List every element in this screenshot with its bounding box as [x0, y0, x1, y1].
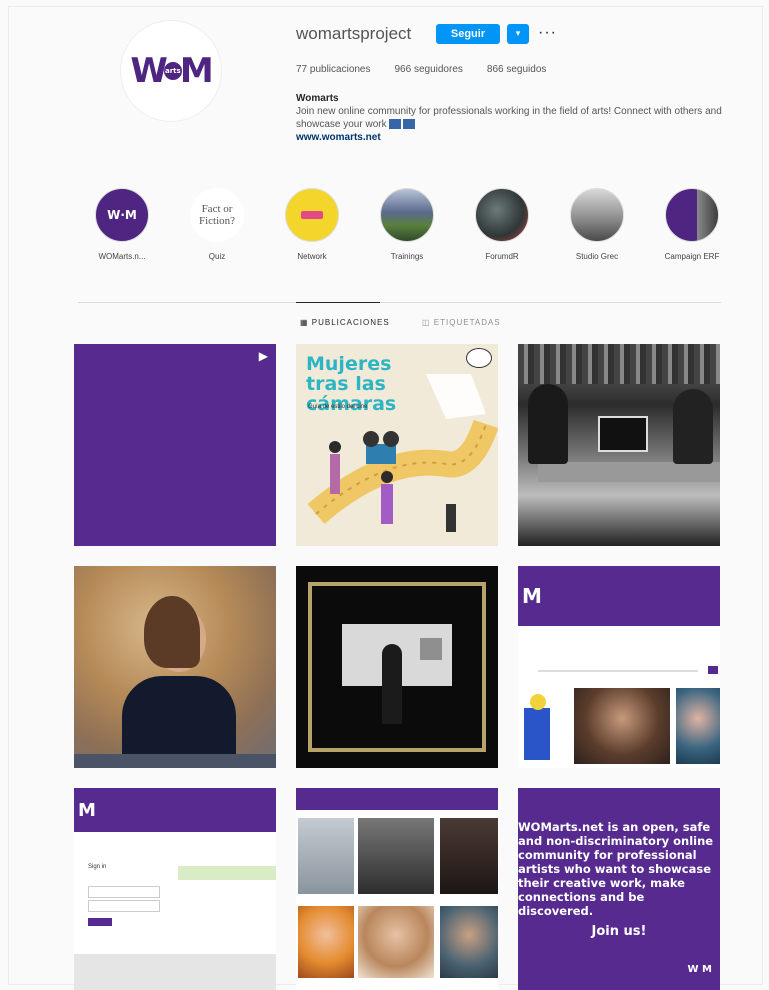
highlight-trainings[interactable]: Trainings — [377, 188, 437, 261]
flag-icon — [388, 119, 401, 130]
tabs-divider — [78, 302, 721, 303]
laptop — [598, 416, 648, 452]
suggested-accounts-button[interactable]: ▾ — [507, 24, 529, 44]
tab-tagged[interactable]: ◫ ETIQUETADAS — [422, 318, 501, 327]
person — [528, 384, 568, 464]
highlight-label: Trainings — [390, 252, 424, 261]
bookshelf — [518, 344, 720, 384]
active-tab-indicator — [296, 302, 380, 303]
table — [538, 462, 720, 482]
womarts-logo: Warts M — [130, 51, 213, 91]
womarts-logo: W·M — [107, 208, 137, 222]
highlight-cover: Fact or Fiction? — [190, 188, 244, 242]
tab-posts[interactable]: ▦ PUBLICACIONES — [300, 318, 390, 327]
person — [673, 389, 713, 464]
highlight-cover — [380, 188, 434, 242]
highlight-network[interactable]: Network — [282, 188, 342, 261]
tag-icon: ◫ — [422, 318, 434, 327]
profile-username: womartsproject — [296, 24, 412, 43]
profile-photo — [440, 818, 498, 894]
profile-photo — [358, 818, 434, 894]
grid-icon: ▦ — [300, 318, 312, 327]
posts-count: 77 publicaciones — [296, 64, 371, 75]
post-thumbnail[interactable] — [296, 788, 498, 990]
post-thumbnail[interactable]: M Sign in — [74, 788, 276, 990]
filter-bar — [538, 670, 698, 672]
site-logo: M — [78, 800, 96, 821]
site-logo: M — [522, 584, 542, 608]
highlight-label: Quiz — [208, 252, 226, 261]
following-count[interactable]: 866 seguidos — [487, 64, 547, 75]
highlight-studio-grec[interactable]: Studio Grec — [567, 188, 627, 261]
highlight-forumdr[interactable]: ForumdR — [472, 188, 532, 261]
art-thumb — [676, 688, 720, 764]
bio-text: Join new online community for profession… — [296, 106, 722, 130]
more-options-icon[interactable]: ··· — [538, 24, 557, 42]
post-thumbnail[interactable]: ▶ — [74, 344, 276, 546]
highlight-label: Network — [297, 252, 327, 261]
floor — [74, 754, 276, 768]
profile-photo — [298, 818, 354, 894]
bio-link[interactable]: www.womarts.net — [296, 131, 726, 144]
posts-grid: ▶ Mujeres tras las cámaras Guía de estil… — [74, 344, 720, 990]
signup-field — [88, 886, 160, 898]
bio-name: Womarts — [296, 93, 339, 104]
profile-bio: Womarts Join new online community for pr… — [296, 92, 726, 144]
highlight-cover — [570, 188, 624, 242]
qr-code — [420, 638, 442, 660]
story-highlights: W·M WOMarts.n... Fact or Fiction? Quiz N… — [92, 188, 722, 261]
profile-photo — [298, 906, 354, 978]
art-thumb — [574, 688, 670, 764]
post-thumbnail[interactable]: M — [518, 566, 720, 768]
highlight-label: Campaign ERF — [664, 252, 720, 261]
site-header — [296, 788, 498, 810]
highlight-campaign[interactable]: Campaign ERF — [662, 188, 722, 261]
womarts-logo: W M — [687, 964, 712, 975]
chevron-down-icon: ▾ — [515, 29, 521, 39]
post-thumbnail[interactable]: WOMarts.net is an open, safe and non-dis… — [518, 788, 720, 990]
flag-icon — [402, 119, 415, 130]
post-cta: Join us! — [591, 924, 647, 939]
highlight-cover — [475, 188, 529, 242]
hair — [144, 596, 200, 668]
site-header: M — [74, 788, 276, 832]
signup-label: Sign in — [88, 864, 107, 870]
post-thumbnail[interactable]: Mujeres tras las cámaras Guía de estilo … — [296, 344, 498, 546]
highlight-cover: W·M — [95, 188, 149, 242]
post-text: WOMarts.net is an open, safe and non-dis… — [518, 820, 714, 918]
profile-photo — [440, 906, 498, 978]
info-banner — [178, 866, 276, 880]
art-thumb — [518, 688, 568, 764]
followers-count[interactable]: 966 seguidores — [395, 64, 463, 75]
post-thumbnail[interactable] — [74, 566, 276, 768]
highlight-label: Studio Grec — [575, 252, 619, 261]
profile-photo — [358, 906, 434, 978]
highlight-label: ForumdR — [485, 252, 519, 261]
profile-avatar[interactable]: Warts M — [120, 20, 222, 122]
video-icon: ▶ — [258, 349, 268, 363]
profile-stats: 77 publicaciones 966 seguidores 866 segu… — [296, 64, 546, 75]
post-thumbnail[interactable] — [518, 344, 720, 546]
filter-button — [708, 666, 718, 674]
highlight-womarts[interactable]: W·M WOMarts.n... — [92, 188, 152, 261]
highlight-label: WOMarts.n... — [98, 252, 146, 261]
network-icon — [301, 211, 323, 219]
footer — [74, 954, 276, 990]
film-illustration — [307, 374, 498, 532]
follow-button[interactable]: Seguir — [436, 24, 500, 44]
post-thumbnail[interactable] — [296, 566, 498, 768]
highlight-cover — [665, 188, 719, 242]
signup-field — [88, 900, 160, 912]
highlight-quiz[interactable]: Fact or Fiction? Quiz — [187, 188, 247, 261]
highlight-cover — [285, 188, 339, 242]
signup-button — [88, 918, 112, 926]
site-header: M — [518, 566, 720, 626]
person — [382, 644, 402, 724]
